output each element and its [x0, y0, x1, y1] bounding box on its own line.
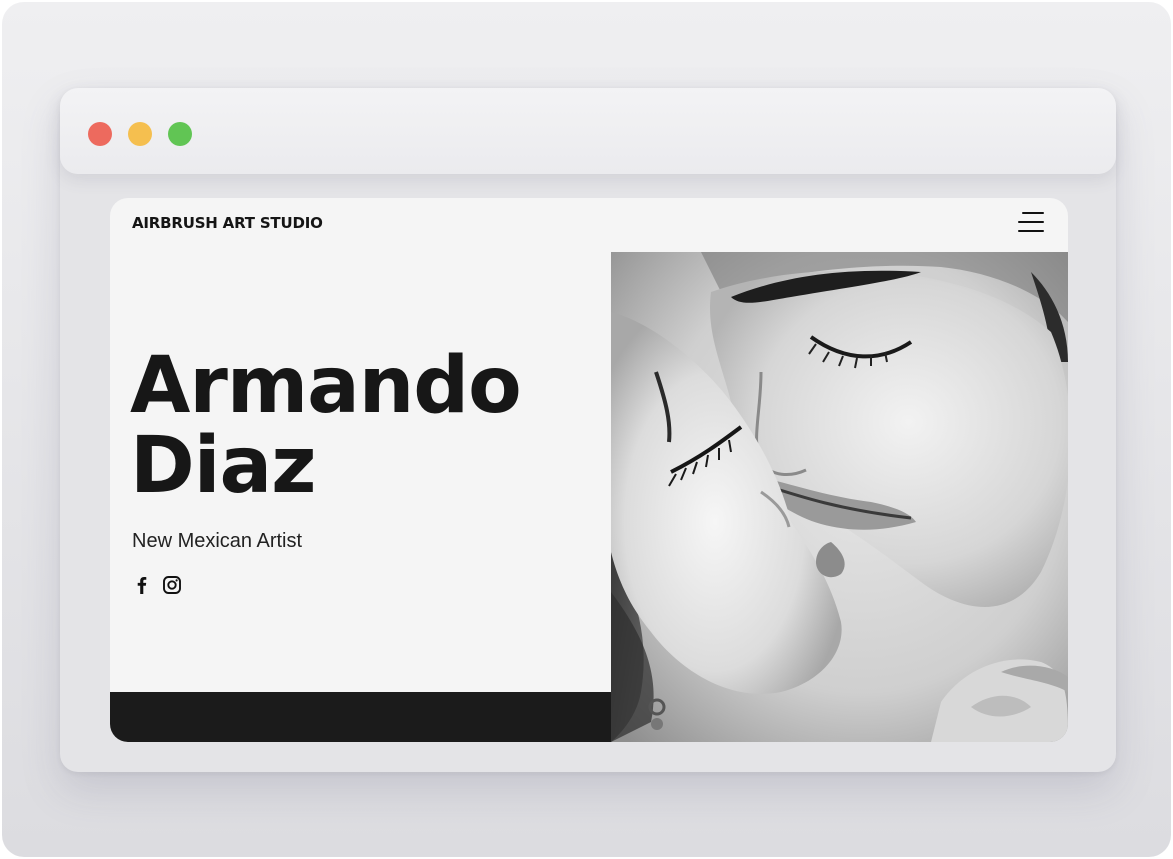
hero-tagline: New Mexican Artist	[132, 530, 303, 552]
window-titlebar	[60, 88, 1116, 174]
hero-first-name: Armando	[130, 341, 522, 431]
site-brand-logo[interactable]: AIRBRUSH ART STUDIO	[132, 214, 323, 232]
hamburger-menu-icon[interactable]	[1016, 211, 1044, 233]
hero-last-name: Diaz	[130, 421, 317, 511]
maximize-window-button[interactable]	[168, 122, 192, 146]
menu-line	[1018, 221, 1044, 224]
social-links	[132, 574, 182, 596]
footer-band	[110, 692, 611, 742]
close-window-button[interactable]	[88, 122, 112, 146]
minimize-window-button[interactable]	[128, 122, 152, 146]
hero-title: Armando Diaz	[130, 346, 522, 506]
menu-line	[1022, 212, 1044, 215]
website-viewport: AIRBRUSH ART STUDIO Armando Diaz New Mexi…	[110, 198, 1068, 742]
facebook-icon[interactable]	[132, 575, 152, 595]
menu-line	[1018, 230, 1044, 233]
instagram-icon[interactable]	[162, 575, 182, 595]
browser-window: AIRBRUSH ART STUDIO Armando Diaz New Mexi…	[60, 88, 1116, 772]
mockup-background: AIRBRUSH ART STUDIO Armando Diaz New Mexi…	[2, 2, 1171, 857]
artwork-image	[611, 252, 1068, 742]
